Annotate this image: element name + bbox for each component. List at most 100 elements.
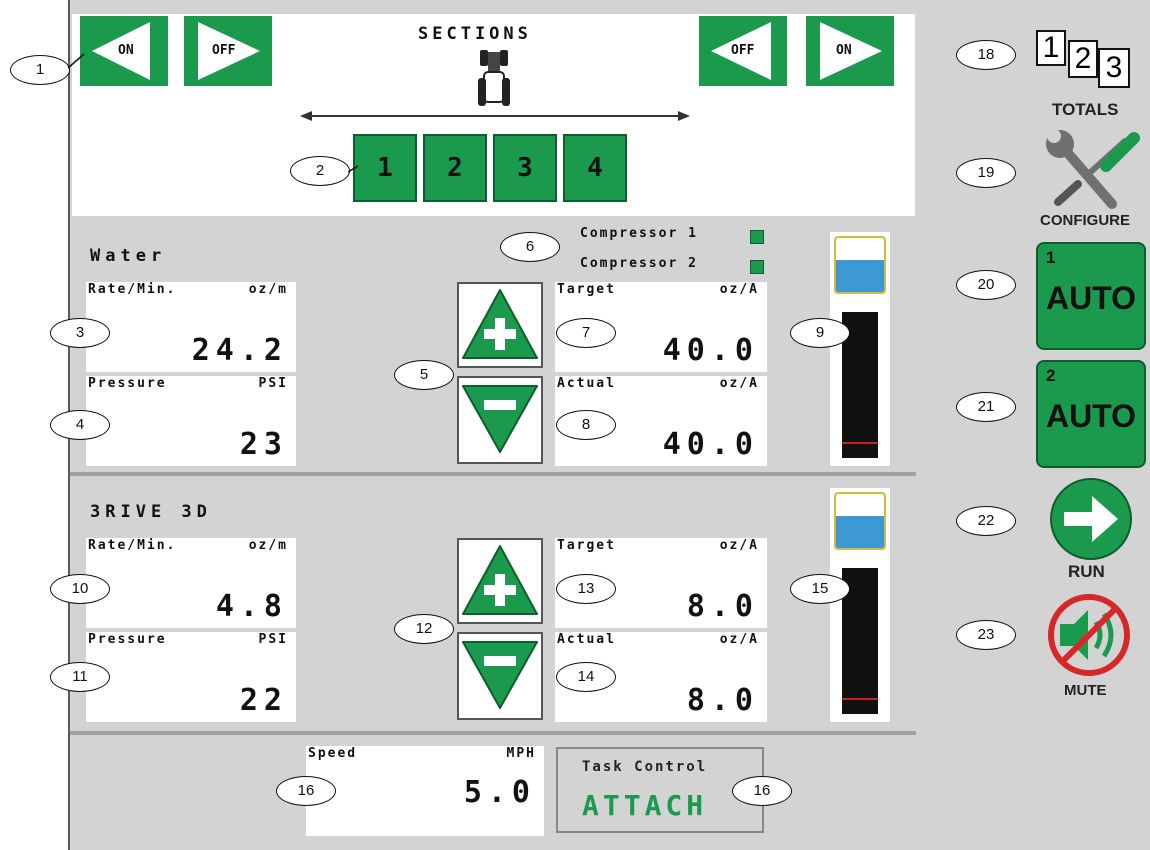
callout-21: 21 bbox=[956, 392, 1016, 422]
auto-2-label: AUTO bbox=[1045, 398, 1137, 434]
callout-9: 9 bbox=[790, 318, 850, 348]
run-arrow-icon[interactable] bbox=[1048, 476, 1134, 562]
callout-19: 19 bbox=[956, 158, 1016, 188]
callout-4: 4 bbox=[50, 410, 110, 440]
product-2-tank-gauge bbox=[830, 488, 890, 722]
callout-13: 13 bbox=[556, 574, 616, 604]
callout-11: 11 bbox=[50, 662, 110, 692]
speed-unit: MPH bbox=[506, 746, 536, 761]
callout-20: 20 bbox=[956, 270, 1016, 300]
run-label: RUN bbox=[1068, 562, 1105, 581]
task-control-status: ATTACH bbox=[582, 789, 708, 822]
left-off-label: OFF bbox=[212, 43, 236, 58]
pressure-value: 22 bbox=[239, 683, 288, 718]
callout-leader bbox=[68, 53, 85, 69]
pressure-unit: PSI bbox=[258, 632, 288, 647]
totals-button[interactable]: 1 2 3 bbox=[1036, 26, 1144, 90]
rate-value: 4.8 bbox=[215, 589, 288, 624]
target-value: 40.0 bbox=[662, 333, 759, 368]
callout-15: 15 bbox=[790, 574, 850, 604]
target-label: Target bbox=[557, 538, 616, 553]
actual-label: Actual bbox=[557, 376, 616, 391]
totals-label: TOTALS bbox=[1052, 100, 1119, 119]
left-sections-off-button[interactable]: OFF bbox=[184, 16, 272, 86]
product-1-pressure-field: Pressure PSI 23 bbox=[86, 376, 296, 466]
product-2-pressure-field: Pressure PSI 22 bbox=[86, 632, 296, 722]
left-on-label: ON bbox=[118, 43, 134, 58]
section-1-button[interactable]: 1 bbox=[353, 134, 417, 202]
minus-icon bbox=[462, 641, 538, 709]
target-unit: oz/A bbox=[719, 282, 759, 297]
actual-unit: oz/A bbox=[719, 376, 759, 391]
product-1-rate-field: Rate/Min. oz/m 24.2 bbox=[86, 282, 296, 372]
callout-16-speed: 16 bbox=[276, 776, 336, 806]
callout-leader bbox=[348, 165, 359, 173]
compressor-1-label: Compressor 1 bbox=[580, 226, 698, 241]
section-3-button[interactable]: 3 bbox=[493, 134, 557, 202]
callout-5: 5 bbox=[394, 360, 454, 390]
target-value: 8.0 bbox=[686, 589, 759, 624]
target-label: Target bbox=[557, 282, 616, 297]
callout-7: 7 bbox=[556, 318, 616, 348]
right-on-label: ON bbox=[836, 43, 852, 58]
rate-label: Rate/Min. bbox=[88, 282, 177, 297]
product-2-decrease-button[interactable] bbox=[457, 632, 543, 720]
mute-icon[interactable] bbox=[1046, 592, 1132, 678]
left-sections-on-button[interactable]: ON bbox=[80, 16, 168, 86]
configure-label: CONFIGURE bbox=[1040, 212, 1130, 229]
callout-2: 2 bbox=[290, 156, 350, 186]
product-1-decrease-button[interactable] bbox=[457, 376, 543, 464]
speed-field: Speed MPH 5.0 bbox=[306, 746, 544, 836]
product-1-name: Water bbox=[90, 246, 167, 266]
product-2-rate-field: Rate/Min. oz/m 4.8 bbox=[86, 538, 296, 628]
pressure-label: Pressure bbox=[88, 632, 167, 647]
plus-icon bbox=[462, 289, 538, 359]
compressor-2-label: Compressor 2 bbox=[580, 256, 698, 271]
callout-16-task: 16 bbox=[732, 776, 792, 806]
sections-title: SECTIONS bbox=[418, 24, 532, 44]
pressure-unit: PSI bbox=[258, 376, 288, 391]
totals-digit-1: 1 bbox=[1036, 30, 1066, 66]
right-sections-off-button[interactable]: OFF bbox=[699, 16, 787, 86]
callout-12: 12 bbox=[394, 614, 454, 644]
rate-value: 24.2 bbox=[191, 333, 288, 368]
boom-arrow bbox=[300, 111, 690, 121]
callout-8: 8 bbox=[556, 410, 616, 440]
right-off-label: OFF bbox=[731, 43, 755, 58]
mute-label: MUTE bbox=[1064, 682, 1107, 699]
configure-icon[interactable] bbox=[1040, 126, 1144, 212]
product-2-name: 3RIVE 3D bbox=[90, 502, 212, 522]
auto-1-button[interactable]: 1 AUTO bbox=[1036, 242, 1146, 350]
rate-label: Rate/Min. bbox=[88, 538, 177, 553]
actual-value: 40.0 bbox=[662, 427, 759, 462]
compressor-1-indicator bbox=[750, 230, 764, 244]
auto-1-label: AUTO bbox=[1045, 280, 1137, 316]
callout-10: 10 bbox=[50, 574, 110, 604]
tractor-icon bbox=[478, 50, 510, 106]
auto-2-number: 2 bbox=[1046, 366, 1056, 385]
divider bbox=[70, 472, 916, 476]
compressor-2-indicator bbox=[750, 260, 764, 274]
target-unit: oz/A bbox=[719, 538, 759, 553]
tank-level-icon bbox=[834, 236, 886, 294]
callout-14: 14 bbox=[556, 662, 616, 692]
callout-23: 23 bbox=[956, 620, 1016, 650]
actual-unit: oz/A bbox=[719, 632, 759, 647]
actual-value: 8.0 bbox=[686, 683, 759, 718]
pressure-label: Pressure bbox=[88, 376, 167, 391]
auto-2-button[interactable]: 2 AUTO bbox=[1036, 360, 1146, 468]
level-marker bbox=[842, 698, 878, 700]
product-2-increase-button[interactable] bbox=[457, 538, 543, 624]
callout-18: 18 bbox=[956, 40, 1016, 70]
callout-3: 3 bbox=[50, 318, 110, 348]
minus-icon bbox=[462, 385, 538, 453]
product-1-increase-button[interactable] bbox=[457, 282, 543, 368]
section-2-button[interactable]: 2 bbox=[423, 134, 487, 202]
callout-1: 1 bbox=[10, 55, 70, 85]
right-sections-on-button[interactable]: ON bbox=[806, 16, 894, 86]
callout-6: 6 bbox=[500, 232, 560, 262]
tank-level-icon bbox=[834, 492, 886, 550]
auto-1-number: 1 bbox=[1046, 248, 1056, 267]
section-4-button[interactable]: 4 bbox=[563, 134, 627, 202]
divider bbox=[70, 731, 916, 735]
